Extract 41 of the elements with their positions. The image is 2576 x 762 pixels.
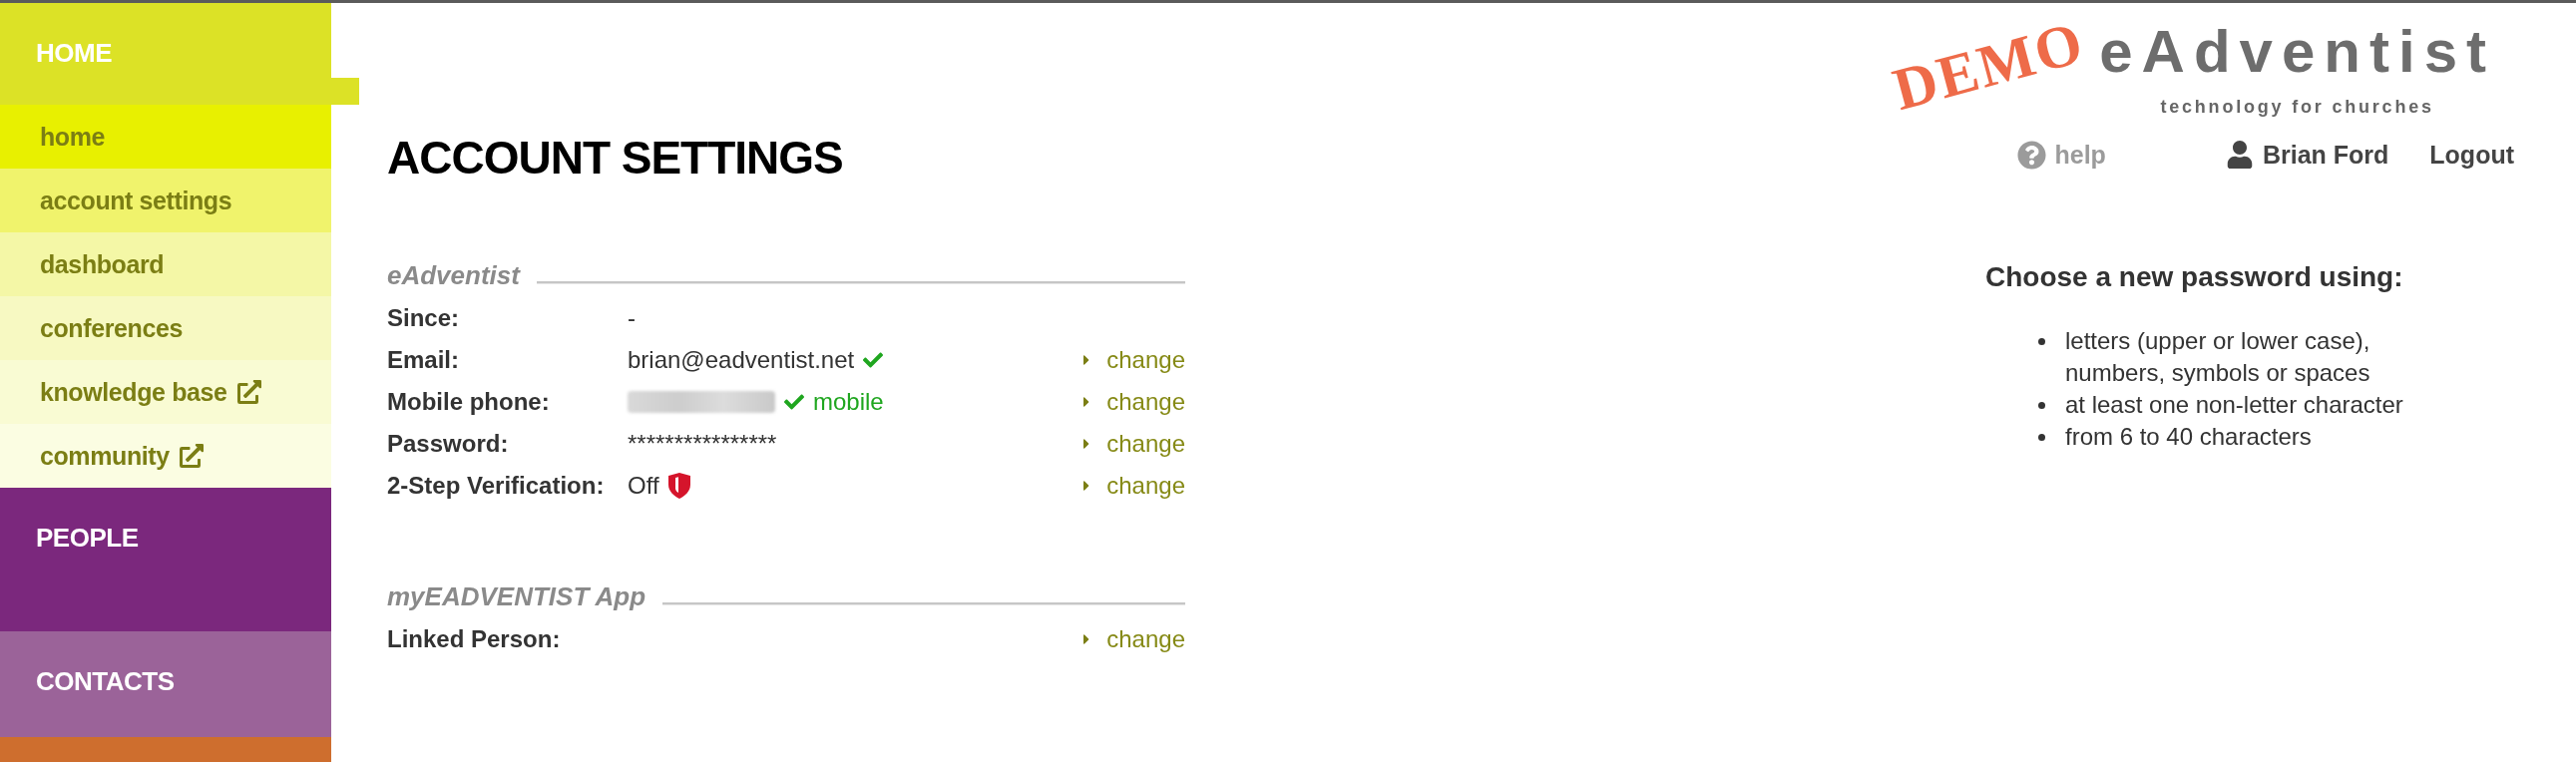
change-link[interactable]: change: [1106, 388, 1185, 416]
help-link[interactable]: help: [2054, 140, 2106, 170]
change-link[interactable]: change: [1106, 430, 1185, 458]
field-value: Off: [628, 472, 659, 500]
field-value: ****************: [628, 430, 777, 458]
demo-label: DEMO: [1887, 11, 2090, 120]
section-title: myEADVENTIST App: [387, 580, 646, 612]
sidebar-link[interactable]: dashboard: [0, 232, 331, 296]
field-label: Linked Person:: [387, 625, 562, 653]
change-link[interactable]: change: [1106, 346, 1185, 374]
password-rules-title: Choose a new password using:: [1985, 260, 2404, 294]
change-link[interactable]: change: [1106, 625, 1185, 653]
logout-link[interactable]: Logout: [2429, 140, 2514, 170]
section-title: eAdventist: [387, 259, 520, 291]
bullet-icon: [2038, 338, 2045, 345]
sidebar-link[interactable]: home: [0, 105, 331, 169]
logo-wordmark[interactable]: eAdventist: [2099, 20, 2495, 84]
field-label: Password:: [387, 430, 510, 458]
password-rule: from 6 to 40 characters: [2065, 422, 2313, 452]
nav-section-header[interactable]: CONTACTS: [0, 631, 331, 737]
field-value: brian@eadventist.net: [628, 346, 855, 374]
page-title: ACCOUNT SETTINGS: [387, 135, 843, 181]
user-name-link[interactable]: Brian Ford: [2262, 140, 2389, 170]
sidebar-link[interactable]: knowledge base: [0, 360, 331, 424]
sidebar-link[interactable]: community: [0, 424, 331, 488]
sidebar-link[interactable]: conferences: [0, 296, 331, 360]
bullet-icon: [2038, 402, 2045, 409]
password-rule: at least one non-letter character: [2065, 390, 2404, 420]
help-icon[interactable]: [2016, 140, 2046, 170]
nav-section-header[interactable]: PEOPLE: [0, 488, 331, 631]
field-label: Email:: [387, 346, 461, 374]
user-icon: [2225, 141, 2254, 169]
logo-tagline: technology for churches: [2160, 96, 2434, 118]
verified-note: mobile: [813, 388, 884, 416]
field-label: 2-Step Verification:: [387, 472, 606, 500]
bullet-icon: [2038, 434, 2045, 441]
field-value: -: [628, 304, 636, 332]
change-link[interactable]: change: [1106, 472, 1185, 500]
field-label: Mobile phone:: [387, 388, 551, 416]
sidebar-link[interactable]: account settings: [0, 169, 331, 232]
field-label: Since:: [387, 304, 461, 332]
